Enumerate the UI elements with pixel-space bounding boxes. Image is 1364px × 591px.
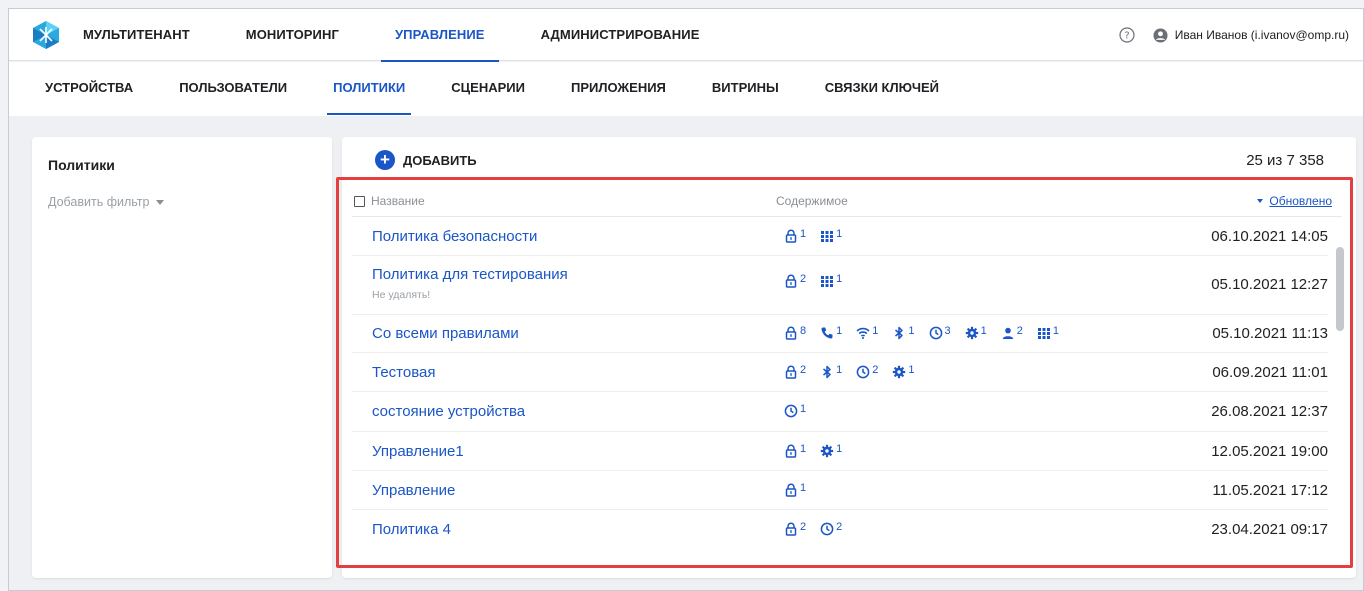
add-filter-label: Добавить фильтр — [48, 195, 150, 209]
chevron-down-icon — [155, 199, 164, 205]
top-nav: МУЛЬТИТЕНАНТ МОНИТОРИНГ УПРАВЛЕНИЕ АДМИНИСТ… — [83, 9, 755, 62]
user-avatar-icon[interactable] — [1153, 27, 1168, 43]
help-icon[interactable]: ? — [1119, 27, 1135, 43]
filter-panel: Политики Добавить фильтр — [32, 137, 332, 578]
plus-icon: + — [375, 150, 395, 170]
sub-nav-tab[interactable]: ВИТРИНЫ — [712, 62, 779, 112]
top-bar: МУЛЬТИТЕНАНТ МОНИТОРИНГ УПРАВЛЕНИЕ АДМИНИСТ… — [9, 9, 1363, 62]
sub-nav-tab[interactable]: ПОЛЬЗОВАТЕЛИ — [179, 62, 287, 112]
top-nav-item[interactable]: МУЛЬТИТЕНАНТ — [83, 9, 190, 61]
sub-nav: УСТРОЙСТВА ПОЛЬЗОВАТЕЛИ ПОЛИТИКИ СЦЕНАРИИ ПР… — [9, 62, 1363, 116]
sub-nav-tab[interactable]: УСТРОЙСТВА — [45, 62, 133, 112]
app-window: МУЛЬТИТЕНАНТ МОНИТОРИНГ УПРАВЛЕНИЕ АДМИНИСТ… — [8, 8, 1364, 591]
highlight-frame — [336, 177, 1353, 568]
policies-table-panel: + ДОБАВИТЬ 25 из 7 358 Название Содержим… — [336, 137, 1356, 578]
add-label: ДОБАВИТЬ — [403, 152, 477, 168]
top-nav-item[interactable]: АДМИНИСТРИРОВАНИЕ — [541, 9, 700, 61]
user-name[interactable]: Иван Иванов (i.ivanov@omp.ru) — [1175, 28, 1349, 42]
top-right: ? Иван Иванов (i.ivanov@omp.ru) — [1119, 9, 1349, 61]
top-nav-item[interactable]: УПРАВЛЕНИЕ — [381, 9, 499, 62]
add-policy-button[interactable]: + ДОБАВИТЬ — [375, 150, 477, 170]
logo-icon[interactable] — [31, 20, 61, 50]
record-count: 25 из 7 358 — [1246, 152, 1324, 169]
sub-nav-tab[interactable]: ПОЛИТИКИ — [327, 62, 412, 115]
sub-nav-tab[interactable]: СЦЕНАРИИ — [451, 62, 525, 112]
sub-nav-tab[interactable]: ПРИЛОЖЕНИЯ — [571, 62, 666, 112]
top-nav-item[interactable]: МОНИТОРИНГ — [246, 9, 339, 61]
sub-nav-tab[interactable]: СВЯЗКИ КЛЮЧЕЙ — [825, 62, 939, 112]
add-filter-dropdown[interactable]: Добавить фильтр — [48, 195, 164, 209]
svg-text:?: ? — [1124, 31, 1129, 42]
panel-title: Политики — [48, 157, 115, 173]
